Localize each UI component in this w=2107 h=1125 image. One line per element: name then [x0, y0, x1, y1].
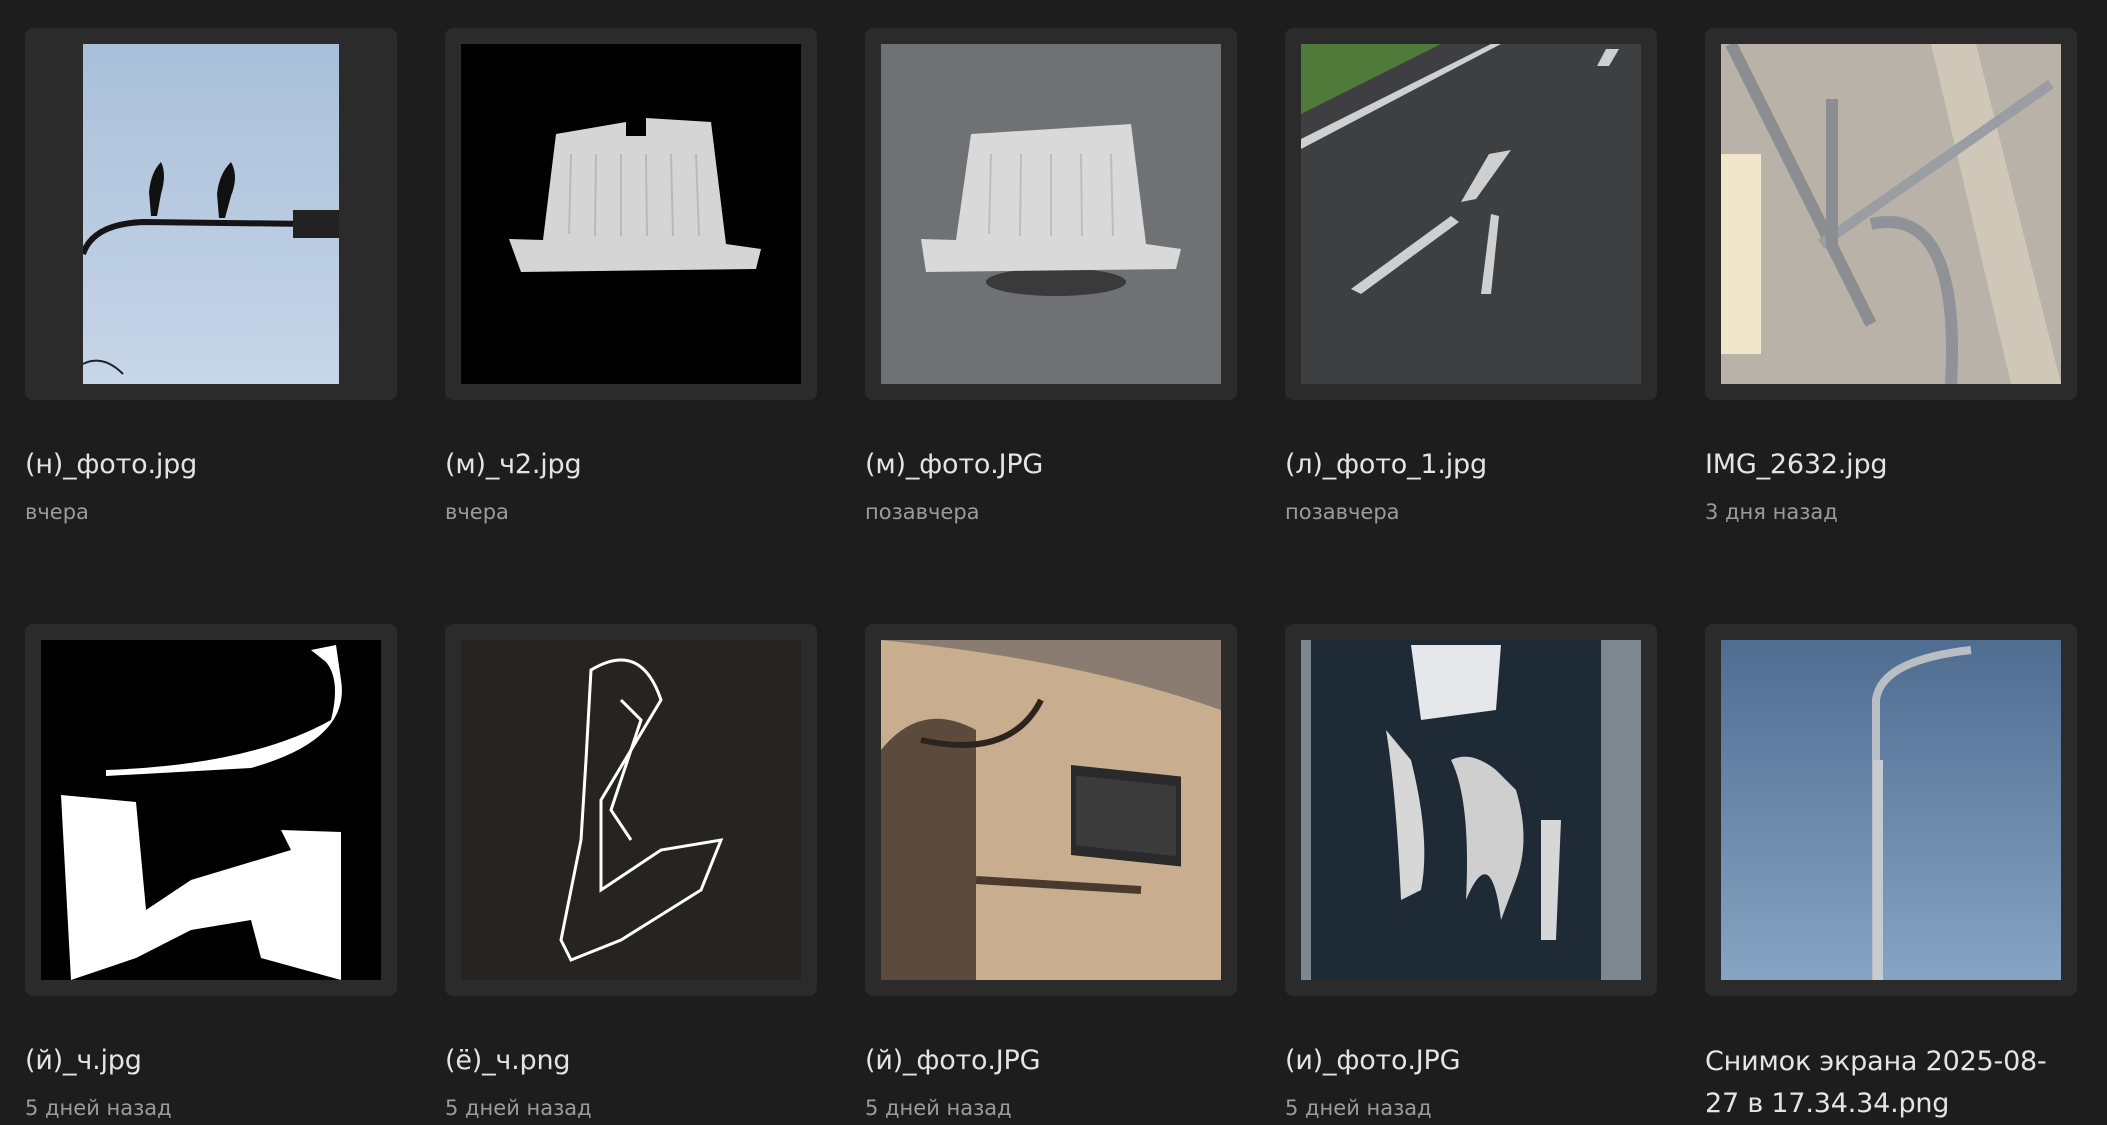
file-date: 3 дня назад — [1705, 500, 1838, 524]
file-name[interactable]: (и)_фото.JPG — [1285, 1041, 1657, 1081]
file-tile[interactable]: IMG_2632.jpg 3 дня назад — [1705, 28, 2077, 524]
thumbnail[interactable] — [1285, 28, 1657, 400]
file-date: вчера — [25, 500, 89, 524]
photo-outline-drawing — [461, 640, 801, 980]
file-name[interactable]: (ё)_ч.png — [445, 1041, 817, 1081]
file-tile[interactable]: (й)_ч.jpg 5 дней назад — [25, 624, 397, 1120]
photo-barrier-road — [881, 44, 1221, 384]
photo-street-lamp — [1721, 640, 2061, 980]
file-tile[interactable]: (м)_фото.JPG позавчера — [865, 28, 1237, 524]
file-name[interactable]: (й)_фото.JPG — [865, 1041, 1237, 1081]
thumbnail[interactable] — [865, 624, 1237, 996]
file-date: 5 дней назад — [865, 1096, 1012, 1120]
thumbnail[interactable] — [25, 624, 397, 996]
file-date: 5 дней назад — [1285, 1096, 1432, 1120]
file-date: 5 дней назад — [25, 1096, 172, 1120]
file-tile[interactable]: (и)_фото.JPG 5 дней назад — [1285, 624, 1657, 1120]
thumbnail[interactable] — [1285, 624, 1657, 996]
file-tile[interactable]: (н)_фото.jpg вчера — [25, 28, 397, 524]
file-date: вчера — [445, 500, 509, 524]
photo-shadow-mask — [41, 640, 381, 980]
file-tile[interactable]: (ё)_ч.png 5 дней назад — [445, 624, 817, 1120]
file-date: позавчера — [865, 500, 980, 524]
file-name[interactable]: (н)_фото.jpg — [25, 445, 397, 485]
file-tile[interactable]: Снимок экрана 2025-08-27 в 17.34.34.png — [1705, 624, 2077, 1119]
file-tile[interactable]: (м)_ч2.jpg вчера — [445, 28, 817, 524]
file-tile[interactable]: (й)_фото.JPG 5 дней назад — [865, 624, 1237, 1120]
photo-wall-ac-shadow — [881, 640, 1221, 980]
thumbnail[interactable] — [25, 28, 397, 400]
thumbnail[interactable] — [445, 28, 817, 400]
file-name[interactable]: (й)_ч.jpg — [25, 1041, 397, 1081]
file-name[interactable]: (м)_фото.JPG — [865, 445, 1237, 485]
thumbnail[interactable] — [865, 28, 1237, 400]
file-name[interactable]: (м)_ч2.jpg — [445, 445, 817, 485]
file-name[interactable]: (л)_фото_1.jpg — [1285, 445, 1657, 485]
thumbnail[interactable] — [1705, 624, 2077, 996]
file-name[interactable]: IMG_2632.jpg — [1705, 445, 2077, 485]
photo-torn-poster-pole — [1301, 640, 1641, 980]
file-date: 5 дней назад — [445, 1096, 592, 1120]
thumbnail[interactable] — [1705, 28, 2077, 400]
photo-barrier-mask — [461, 44, 801, 384]
photo-birds-on-lamp — [83, 44, 339, 384]
file-browser: { "files": [ {"name": "(н)_фото.jpg", "d… — [0, 0, 2107, 1122]
photo-bus-handrail — [1721, 44, 2061, 384]
file-name[interactable]: Снимок экрана 2025-08-27 в 17.34.34.png — [1705, 1041, 2077, 1125]
photo-bike-lane — [1301, 44, 1641, 384]
file-date: позавчера — [1285, 500, 1400, 524]
file-tile[interactable]: (л)_фото_1.jpg позавчера — [1285, 28, 1657, 524]
thumbnail[interactable] — [445, 624, 817, 996]
